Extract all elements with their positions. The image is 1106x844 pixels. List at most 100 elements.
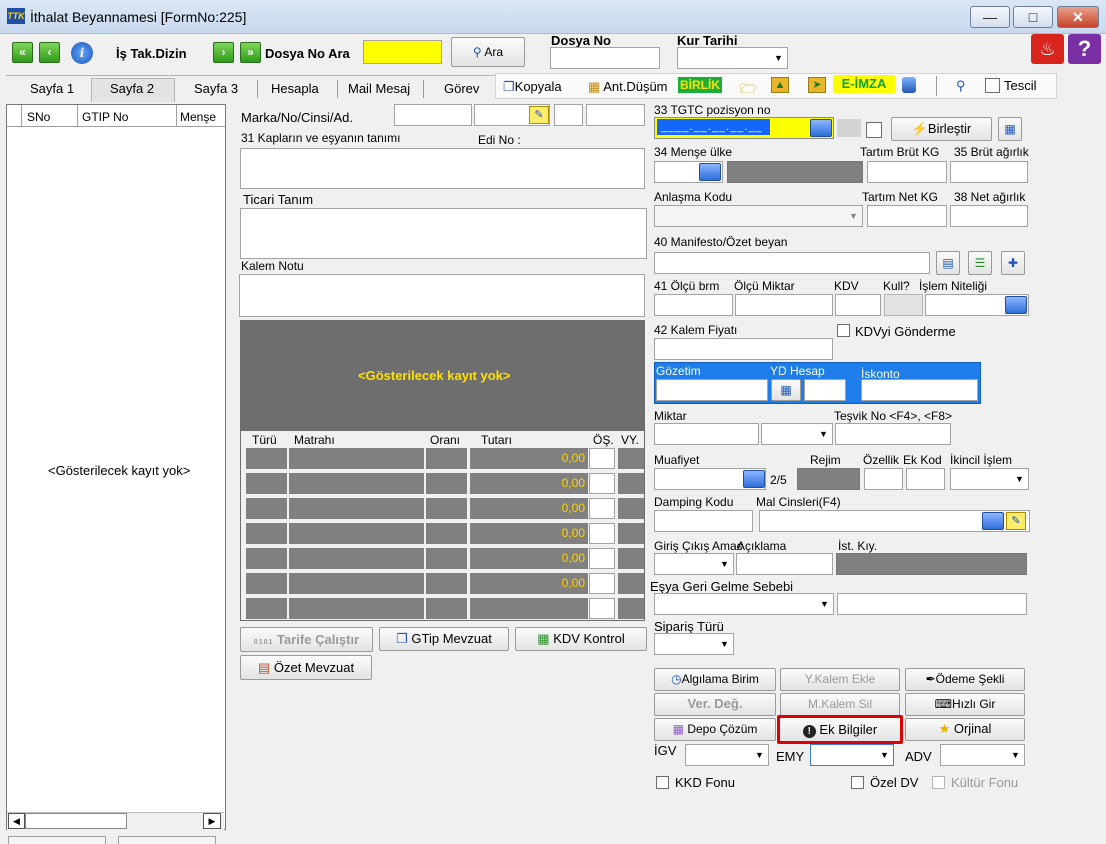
ant-dusum-button[interactable]: ▦ Ant.Düşüm xyxy=(588,79,668,95)
tgtc-picker-icon[interactable] xyxy=(810,119,832,137)
tax-cell-matrahi[interactable] xyxy=(289,598,424,619)
ticari-tanim-textarea[interactable] xyxy=(240,208,647,259)
tax-cell-tutari[interactable] xyxy=(470,598,588,619)
kdv-gonderme-checkbox[interactable] xyxy=(837,324,850,337)
olcu-miktar-input[interactable] xyxy=(735,294,833,316)
orjinal-button[interactable]: ★ Orjinal xyxy=(905,718,1025,741)
is-tak-dizin-label[interactable]: İş Tak.Dizin xyxy=(116,46,187,61)
mense-picker-icon[interactable] xyxy=(699,163,721,181)
tax-cell-orani[interactable] xyxy=(426,523,467,544)
tax-cell-orani[interactable] xyxy=(426,473,467,494)
miktar-input[interactable] xyxy=(654,423,759,445)
y-kalem-ekle-button[interactable]: Y.Kalem Ekle xyxy=(780,668,900,691)
tax-cell-matrahi[interactable] xyxy=(289,448,424,469)
tax-cell-vy[interactable] xyxy=(618,498,644,519)
kultur-fonu-checkbox[interactable] xyxy=(932,776,945,789)
iskonto-input[interactable] xyxy=(861,379,978,401)
dosya-no-search-input[interactable] xyxy=(363,40,442,64)
tax-cell-matrahi[interactable] xyxy=(289,523,424,544)
tax-cell-os[interactable] xyxy=(589,548,615,569)
tax-cell-orani[interactable] xyxy=(426,448,467,469)
islem-niteligi-picker-icon[interactable] xyxy=(1005,296,1027,314)
ozel-dv-checkbox[interactable] xyxy=(851,776,864,789)
gozetim-input[interactable] xyxy=(656,379,768,401)
tax-cell-tutari[interactable]: 0,00 xyxy=(470,523,588,544)
kalem-fiyati-input[interactable] xyxy=(654,338,833,360)
help-icon[interactable]: ? xyxy=(1068,34,1101,64)
ikincil-islem-select[interactable]: ▼ xyxy=(950,468,1029,490)
first-record-icon[interactable]: « xyxy=(12,42,33,63)
ek-kod-input[interactable] xyxy=(906,468,945,490)
tax-cell-os[interactable] xyxy=(589,523,615,544)
tab-hesapla[interactable]: Hesapla xyxy=(271,81,319,96)
manifesto-list-icon[interactable]: ▤ xyxy=(936,251,960,275)
tax-cell-matrahi[interactable] xyxy=(289,473,424,494)
last-record-icon[interactable]: » xyxy=(240,42,261,63)
tax-cell-os[interactable] xyxy=(589,473,615,494)
anlasma-select[interactable]: ▼ xyxy=(654,205,863,227)
tax-cell-orani[interactable] xyxy=(426,548,467,569)
muafiyet-picker-icon[interactable] xyxy=(743,470,765,488)
kkd-fonu-checkbox[interactable] xyxy=(656,776,669,789)
tartim-brut-input[interactable] xyxy=(867,161,947,183)
mal-cinsleri-edit-icon[interactable]: ✎ xyxy=(1006,512,1026,530)
tax-cell-turu[interactable] xyxy=(246,523,287,544)
marka-input-4[interactable] xyxy=(586,104,645,126)
brut-agirlik-input[interactable] xyxy=(950,161,1028,183)
ver-deg-button[interactable]: Ver. Değ. xyxy=(654,693,776,716)
kalem-notu-textarea[interactable] xyxy=(239,274,645,317)
next-record-icon[interactable]: › xyxy=(213,42,234,63)
algilama-birim-button[interactable]: ◷Algılama Birim xyxy=(654,668,776,691)
kopyala-button[interactable]: ❐Kopyala xyxy=(503,79,562,95)
damping-input[interactable] xyxy=(654,510,753,532)
tarife-calistir-button[interactable]: 0101 Tarife Çalıştır xyxy=(240,627,373,652)
tax-cell-vy[interactable] xyxy=(618,548,644,569)
tartim-net-input[interactable] xyxy=(867,205,947,227)
tax-cell-tutari[interactable]: 0,00 xyxy=(470,448,588,469)
folder-upload-icon[interactable]: ▲ xyxy=(771,77,789,93)
column-header-mense[interactable]: Menşe xyxy=(180,110,225,124)
tab-sayfa-1[interactable]: Sayfa 1 xyxy=(30,81,74,96)
e-imza-button[interactable]: E-İMZA xyxy=(833,75,895,93)
tax-cell-turu[interactable] xyxy=(246,548,287,569)
manifesto-input[interactable] xyxy=(654,252,930,274)
tax-cell-orani[interactable] xyxy=(426,498,467,519)
calculator-icon[interactable]: ▦ xyxy=(998,117,1022,141)
tax-cell-turu[interactable] xyxy=(246,473,287,494)
tax-cell-vy[interactable] xyxy=(618,573,644,594)
marka-input-3[interactable] xyxy=(554,104,583,126)
edit-icon[interactable]: ✎ xyxy=(529,106,549,124)
tab-mail-mesaj[interactable]: Mail Mesaj xyxy=(348,81,410,96)
tax-cell-os[interactable] xyxy=(589,448,615,469)
yd-hesap-input[interactable] xyxy=(804,379,846,401)
manifesto-lines-icon[interactable]: ☰ xyxy=(968,251,992,275)
maximize-button[interactable]: □ xyxy=(1013,6,1053,28)
tax-cell-tutari[interactable]: 0,00 xyxy=(470,473,588,494)
odeme-sekli-button[interactable]: ✒Ödeme Şekli xyxy=(905,668,1025,691)
olcu-brm-input[interactable] xyxy=(654,294,733,316)
depo-cozum-button[interactable]: ▦ Depo Çözüm xyxy=(654,718,776,741)
giris-cikis-select[interactable]: ▼ xyxy=(654,553,734,575)
emy-select[interactable]: ▼ xyxy=(810,744,894,766)
tax-cell-os[interactable] xyxy=(589,598,615,619)
column-header-sno[interactable]: SNo xyxy=(27,110,50,124)
alarm-bell-icon[interactable]: ♨ xyxy=(1031,34,1064,64)
birlik-button[interactable]: BİRLİK xyxy=(678,77,722,93)
tax-cell-vy[interactable] xyxy=(618,523,644,544)
tax-cell-os[interactable] xyxy=(589,573,615,594)
hizli-gir-button[interactable]: ⌨Hızlı Gir xyxy=(905,693,1025,716)
tgtc-checkbox[interactable] xyxy=(866,122,882,138)
birlestir-button[interactable]: ⚡Birleştir xyxy=(891,117,992,141)
mal-cinsleri-picker-icon[interactable] xyxy=(982,512,1004,530)
tax-cell-os[interactable] xyxy=(589,498,615,519)
bottom-button-2[interactable] xyxy=(118,836,216,844)
tax-cell-tutari[interactable]: 0,00 xyxy=(470,498,588,519)
tax-cell-vy[interactable] xyxy=(618,598,644,619)
tax-cell-orani[interactable] xyxy=(426,573,467,594)
dosya-no-input[interactable] xyxy=(550,47,660,69)
scroll-right-icon[interactable]: ▶ xyxy=(203,813,221,829)
tax-cell-turu[interactable] xyxy=(246,448,287,469)
kaplar-textarea[interactable] xyxy=(240,148,645,189)
tax-cell-matrahi[interactable] xyxy=(289,498,424,519)
kdv-kontrol-button[interactable]: ▦ KDV Kontrol xyxy=(515,627,647,651)
